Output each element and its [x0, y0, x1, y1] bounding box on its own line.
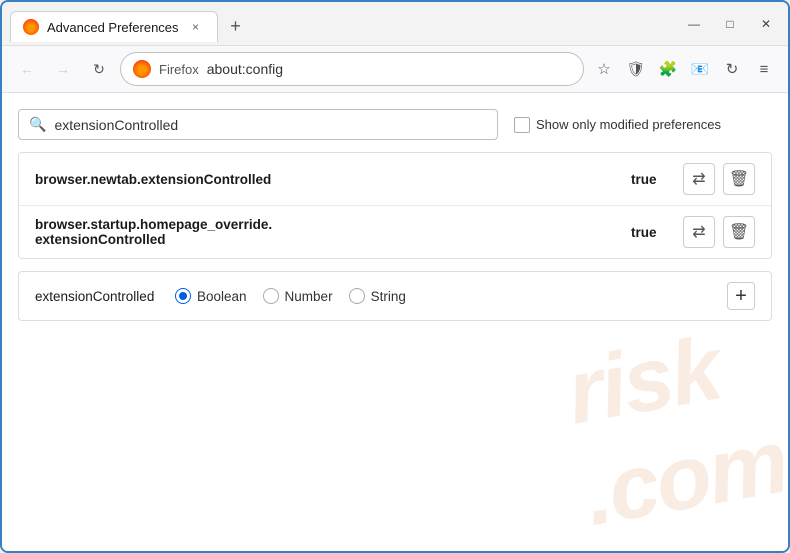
account-button[interactable]: ↻ — [718, 55, 746, 83]
add-preference-row: extensionControlled Boolean Number Strin… — [18, 271, 772, 321]
trash-icon: 🗑 — [729, 222, 749, 242]
pref-name: browser.startup.homepage_override. exten… — [35, 217, 619, 247]
site-icon — [133, 60, 151, 78]
type-radio-group: Boolean Number String — [175, 288, 707, 304]
radio-string-circle[interactable] — [349, 288, 365, 304]
title-bar: Advanced Preferences × + — □ ✕ — [2, 2, 788, 46]
radio-boolean-circle[interactable] — [175, 288, 191, 304]
extension-button[interactable]: 🧩 — [654, 55, 682, 83]
search-input[interactable] — [54, 117, 487, 133]
radio-number-circle[interactable] — [263, 288, 279, 304]
new-pref-name: extensionControlled — [35, 289, 155, 304]
show-modified-checkbox[interactable] — [514, 117, 530, 133]
reload-button[interactable]: ↻ — [84, 54, 114, 84]
nav-icons: ☆ 🛡 🧩 📧 ↻ ≡ — [590, 55, 778, 83]
browser-label: Firefox — [159, 62, 199, 77]
pref-actions: ⇄ 🗑 — [683, 216, 755, 248]
new-tab-button[interactable]: + — [222, 13, 250, 41]
nav-bar: ← → ↻ Firefox ☆ 🛡 🧩 📧 ↻ ≡ — [2, 46, 788, 93]
address-input[interactable] — [207, 61, 571, 77]
search-box[interactable]: 🔍 — [18, 109, 498, 140]
table-row: browser.newtab.extensionControlled true … — [19, 153, 771, 206]
minimize-button[interactable]: — — [680, 14, 708, 34]
radio-number-label: Number — [285, 289, 333, 304]
pref-name: browser.newtab.extensionControlled — [35, 172, 619, 187]
search-icon: 🔍 — [29, 116, 46, 133]
exchange-icon: ⇄ — [692, 169, 705, 189]
shield-button[interactable]: 🛡 — [622, 55, 650, 83]
pref-name-line1: browser.startup.homepage_override. — [35, 217, 272, 232]
bookmark-button[interactable]: ☆ — [590, 55, 618, 83]
radio-boolean-label: Boolean — [197, 289, 247, 304]
back-button[interactable]: ← — [12, 54, 42, 84]
radio-string[interactable]: String — [349, 288, 406, 304]
toggle-button[interactable]: ⇄ — [683, 216, 715, 248]
show-modified-text: Show only modified preferences — [536, 117, 721, 132]
exchange-icon: ⇄ — [692, 222, 705, 242]
toggle-button[interactable]: ⇄ — [683, 163, 715, 195]
firefox-logo-icon — [23, 19, 39, 35]
add-preference-button[interactable]: + — [727, 282, 755, 310]
table-row: browser.startup.homepage_override. exten… — [19, 206, 771, 258]
tab-favicon — [23, 19, 39, 35]
delete-button[interactable]: 🗑 — [723, 216, 755, 248]
browser-window: Advanced Preferences × + — □ ✕ ← → ↻ Fir… — [0, 0, 790, 553]
radio-string-label: String — [371, 289, 406, 304]
tab-title: Advanced Preferences — [47, 20, 179, 35]
pref-value: true — [631, 225, 671, 240]
pref-actions: ⇄ 🗑 — [683, 163, 755, 195]
page-content: risk .com 🔍 Show only modified preferenc… — [2, 93, 788, 551]
trash-icon: 🗑 — [729, 169, 749, 189]
close-button[interactable]: ✕ — [752, 14, 780, 34]
menu-button[interactable]: ≡ — [750, 55, 778, 83]
pref-name-line2: extensionControlled — [35, 232, 166, 247]
forward-button[interactable]: → — [48, 54, 78, 84]
delete-button[interactable]: 🗑 — [723, 163, 755, 195]
preferences-table: browser.newtab.extensionControlled true … — [18, 152, 772, 259]
pref-value: true — [631, 172, 671, 187]
show-modified-label[interactable]: Show only modified preferences — [514, 117, 721, 133]
maximize-button[interactable]: □ — [716, 14, 744, 34]
browser-tab[interactable]: Advanced Preferences × — [10, 11, 218, 42]
search-area: 🔍 Show only modified preferences — [18, 109, 772, 140]
address-bar[interactable]: Firefox — [120, 52, 584, 86]
mail-button[interactable]: 📧 — [686, 55, 714, 83]
watermark: risk .com — [560, 309, 788, 547]
window-controls: — □ ✕ — [680, 14, 780, 40]
tab-close-button[interactable]: × — [187, 18, 205, 36]
radio-boolean[interactable]: Boolean — [175, 288, 247, 304]
radio-number[interactable]: Number — [263, 288, 333, 304]
